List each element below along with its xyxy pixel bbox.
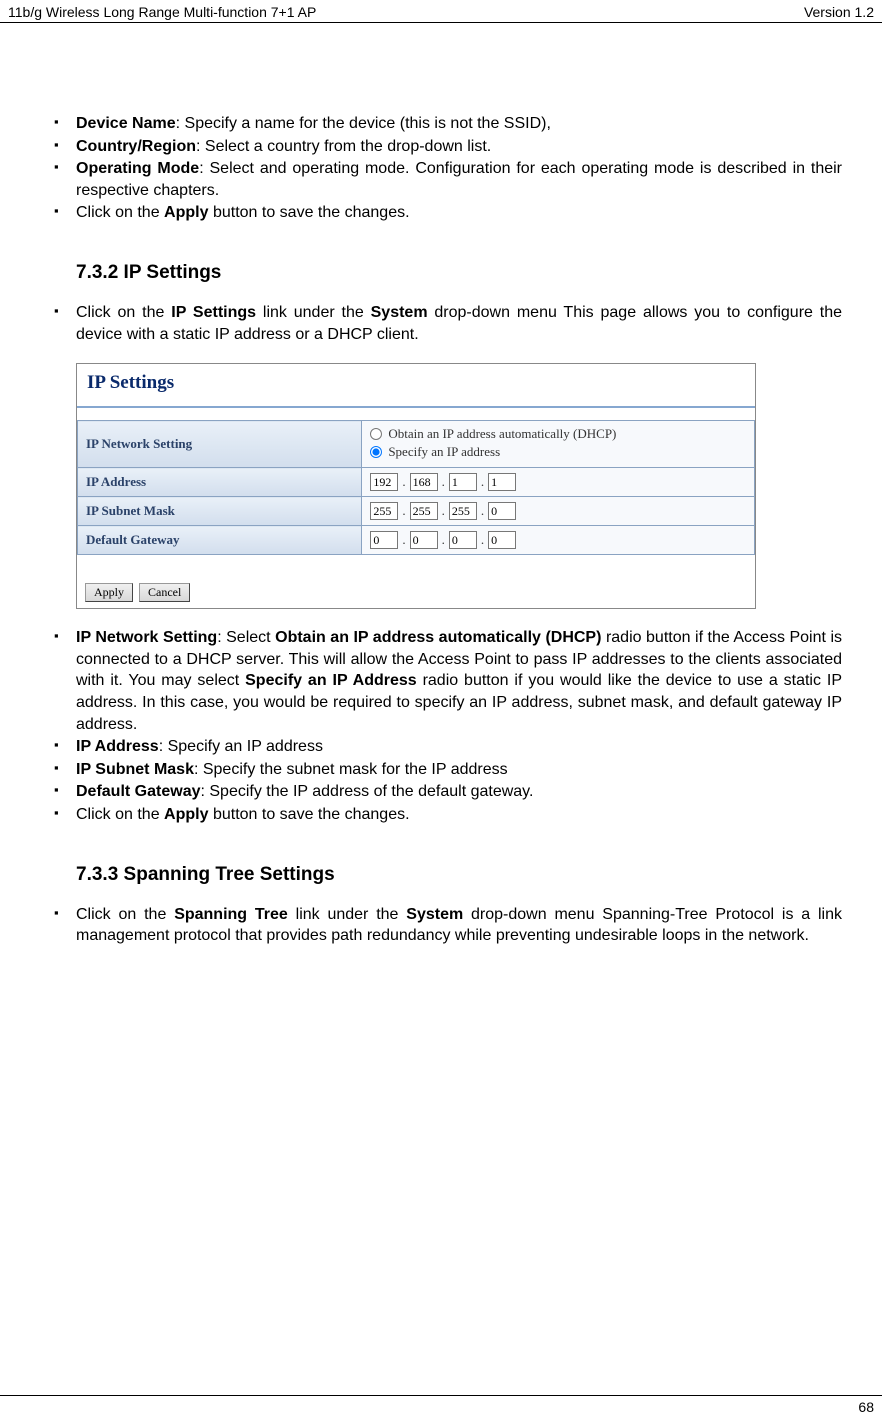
figure-buttons: Apply Cancel [77, 555, 755, 608]
mask-octet-2[interactable] [410, 502, 438, 520]
desc: : Select a country from the drop-down li… [196, 138, 491, 155]
ip-address-inputs: . . . [370, 473, 746, 491]
t: link under the [256, 304, 371, 321]
list-item: IP Address: Specify an IP address [40, 736, 842, 758]
page-content: Device Name: Specify a name for the devi… [0, 23, 882, 947]
label: Operating Mode [76, 160, 199, 177]
list-item: Operating Mode: Select and operating mod… [40, 158, 842, 201]
radio-label: Specify an IP address [388, 444, 500, 460]
t: Spanning Tree [174, 906, 288, 923]
ip-settings-table: IP Network Setting Obtain an IP address … [77, 420, 755, 555]
label: IP Subnet Mask [76, 761, 194, 778]
row-label: Default Gateway [78, 526, 362, 555]
gateway-inputs: . . . [370, 531, 746, 549]
mask-octet-1[interactable] [370, 502, 398, 520]
gw-octet-4[interactable] [488, 531, 516, 549]
t: System [371, 304, 428, 321]
table-row: Default Gateway . . . [78, 526, 755, 555]
radio-specify[interactable] [370, 446, 382, 458]
prefix: Click on the [76, 806, 164, 823]
desc: : Specify the subnet mask for the IP add… [194, 761, 508, 778]
row-value: Obtain an IP address automatically (DHCP… [362, 421, 755, 468]
prefix: Click on the [76, 204, 164, 221]
gw-octet-1[interactable] [370, 531, 398, 549]
list-item: Country/Region: Select a country from th… [40, 136, 842, 158]
t: Click on the [76, 906, 174, 923]
label: Country/Region [76, 138, 196, 155]
row-value: . . . [362, 468, 755, 497]
apply-button[interactable]: Apply [85, 583, 133, 602]
ip-octet-4[interactable] [488, 473, 516, 491]
mask-octet-4[interactable] [488, 502, 516, 520]
subnet-inputs: . . . [370, 502, 746, 520]
row-label: IP Address [78, 468, 362, 497]
gw-octet-2[interactable] [410, 531, 438, 549]
t: IP Settings [171, 304, 256, 321]
bold: Apply [164, 204, 208, 221]
table-row: IP Address . . . [78, 468, 755, 497]
list-item: Click on the Apply button to save the ch… [40, 202, 842, 224]
desc: : Specify a name for the device (this is… [176, 115, 551, 132]
t: link under the [288, 906, 406, 923]
table-row: IP Subnet Mask . . . [78, 497, 755, 526]
radio-dhcp[interactable] [370, 428, 382, 440]
list-item: IP Network Setting: Select Obtain an IP … [40, 627, 842, 735]
page-footer: 68 [0, 1395, 882, 1418]
t: Obtain an IP address automatically (DHCP… [275, 629, 601, 646]
header-right: Version 1.2 [804, 4, 874, 20]
list-item: Click on the Spanning Tree link under th… [40, 904, 842, 947]
label: Device Name [76, 115, 176, 132]
section-heading-stp: 7.3.3 Spanning Tree Settings [40, 864, 842, 886]
desc: : Specify the IP address of the default … [200, 783, 533, 800]
suffix: button to save the changes. [209, 806, 410, 823]
bullet-list-ip-intro: Click on the IP Settings link under the … [40, 302, 842, 345]
page-header: 11b/g Wireless Long Range Multi-function… [0, 0, 882, 23]
bullet-list-mid: IP Network Setting: Select Obtain an IP … [40, 627, 842, 825]
t: System [406, 906, 463, 923]
suffix: button to save the changes. [209, 204, 410, 221]
figure-title: IP Settings [77, 364, 755, 408]
gw-octet-3[interactable] [449, 531, 477, 549]
row-value: . . . [362, 526, 755, 555]
radio-option-dhcp[interactable]: Obtain an IP address automatically (DHCP… [370, 426, 746, 442]
list-item: Default Gateway: Specify the IP address … [40, 781, 842, 803]
list-item: IP Subnet Mask: Specify the subnet mask … [40, 759, 842, 781]
list-item: Click on the Apply button to save the ch… [40, 804, 842, 826]
cancel-button[interactable]: Cancel [139, 583, 190, 602]
header-left: 11b/g Wireless Long Range Multi-function… [8, 4, 316, 20]
radio-label: Obtain an IP address automatically (DHCP… [388, 426, 616, 442]
list-item: Click on the IP Settings link under the … [40, 302, 842, 345]
row-label: IP Subnet Mask [78, 497, 362, 526]
list-item: Device Name: Specify a name for the devi… [40, 113, 842, 135]
label: IP Address [76, 738, 159, 755]
ip-octet-3[interactable] [449, 473, 477, 491]
label: Default Gateway [76, 783, 200, 800]
ip-settings-figure: IP Settings IP Network Setting Obtain an… [76, 363, 756, 609]
bold: Apply [164, 806, 208, 823]
mask-octet-3[interactable] [449, 502, 477, 520]
ip-octet-2[interactable] [410, 473, 438, 491]
row-value: . . . [362, 497, 755, 526]
desc: : Specify an IP address [159, 738, 323, 755]
bullet-list-stp: Click on the Spanning Tree link under th… [40, 904, 842, 947]
t: Specify an IP Address [245, 672, 417, 689]
table-row: IP Network Setting Obtain an IP address … [78, 421, 755, 468]
section-heading-ip: 7.3.2 IP Settings [40, 262, 842, 284]
radio-option-specify[interactable]: Specify an IP address [370, 444, 746, 460]
page-number: 68 [858, 1399, 874, 1415]
row-label: IP Network Setting [78, 421, 362, 468]
ip-octet-1[interactable] [370, 473, 398, 491]
label: IP Network Setting [76, 629, 217, 646]
bullet-list-top: Device Name: Specify a name for the devi… [40, 113, 842, 224]
t: : Select [217, 629, 275, 646]
t: Click on the [76, 304, 171, 321]
